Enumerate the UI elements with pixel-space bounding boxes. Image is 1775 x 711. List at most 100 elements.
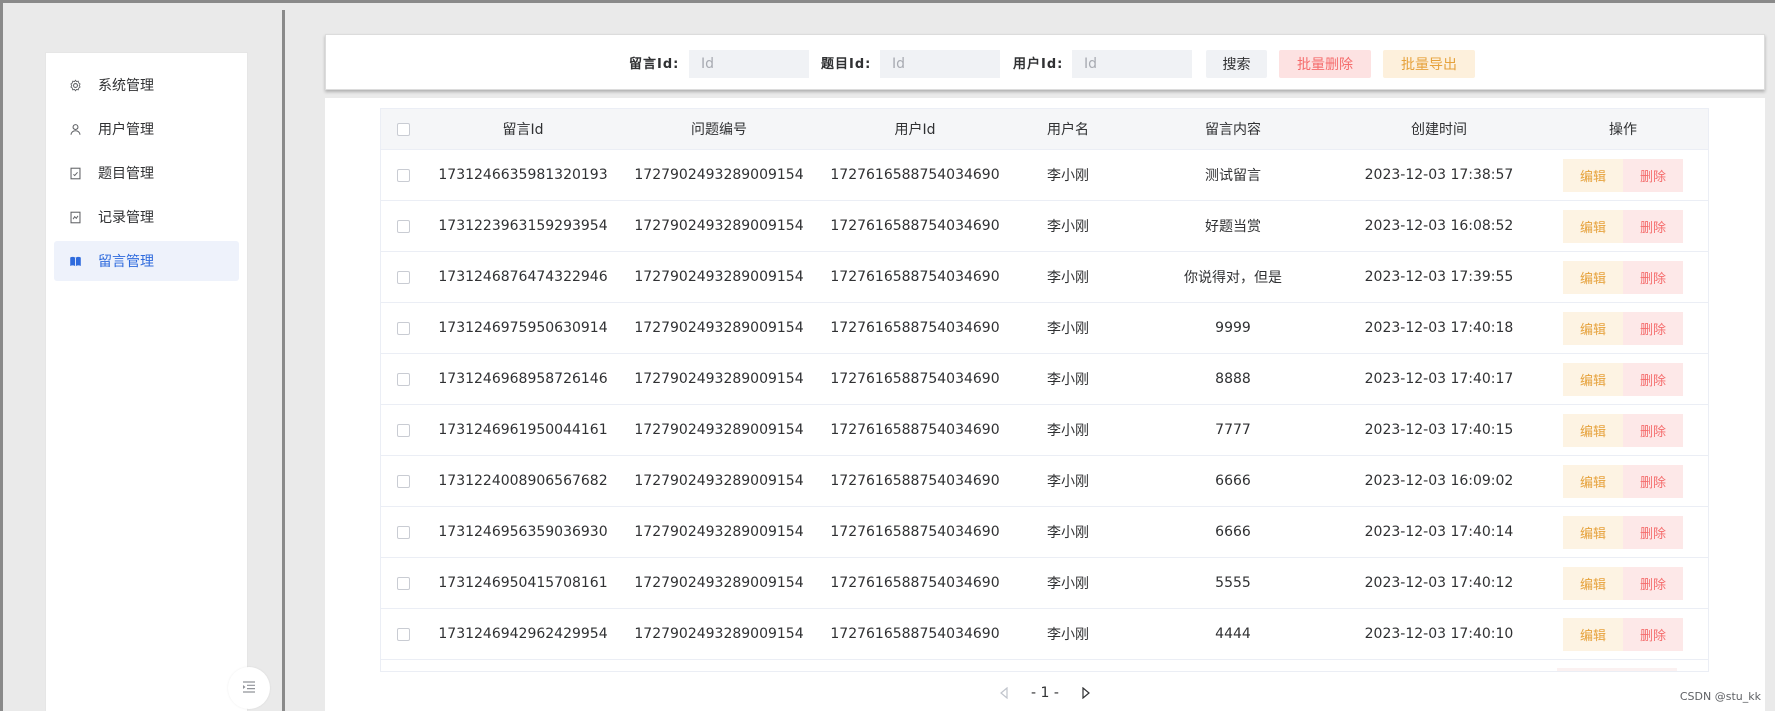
search-button[interactable]: 搜索: [1206, 50, 1267, 78]
col-user-name[interactable]: 用户名: [1013, 109, 1123, 149]
table-row: 1731246876474322946 1727902493289009154 17…: [381, 252, 1708, 303]
cell-created-at: 2023-12-03 16:08:52: [1364, 218, 1514, 234]
cell-user-id: 1727616588754034690: [830, 371, 1000, 387]
edit-button[interactable]: 编辑: [1563, 362, 1623, 396]
cell-actions: 编辑 删除: [1535, 456, 1708, 506]
cell-question-no: 1727902493289009154: [634, 626, 804, 642]
cell-actions: 编辑 删除: [1535, 558, 1708, 608]
user-id-input[interactable]: [1072, 50, 1192, 78]
sidebar-item-users[interactable]: 用户管理: [54, 109, 239, 149]
delete-button[interactable]: 删除: [1623, 617, 1683, 651]
col-content[interactable]: 留言内容: [1123, 109, 1343, 149]
table-row: 1731246968958726146 1727902493289009154 17…: [381, 354, 1708, 405]
cell-user-id: 1727616588754034690: [830, 422, 1000, 438]
sidebar-item-label: 留言管理: [98, 254, 154, 270]
delete-button[interactable]: 删除: [1623, 158, 1683, 192]
message-id-input[interactable]: [689, 50, 809, 78]
cell-message-id: 1731223963159293954: [438, 218, 608, 234]
cell-question-no: 1727902493289009154: [634, 473, 804, 489]
question-id-input[interactable]: [880, 50, 1000, 78]
table-row: 1731246950415708161 1727902493289009154 17…: [381, 558, 1708, 609]
prev-page-icon[interactable]: [997, 686, 1011, 700]
edit-button[interactable]: 编辑: [1563, 464, 1623, 498]
document-icon: [68, 166, 82, 180]
cell-question-no: 1727902493289009154: [634, 422, 804, 438]
row-checkbox[interactable]: [396, 321, 410, 335]
cell-content: 好题当赏: [1205, 219, 1261, 235]
cell-actions: 编辑 删除: [1535, 405, 1708, 455]
delete-button[interactable]: 删除: [1623, 413, 1683, 447]
sidebar-item-system[interactable]: 系统管理: [54, 65, 239, 105]
cell-message-id: 1731246961950044161: [438, 422, 608, 438]
cell-actions: 编辑 删除: [1535, 201, 1708, 251]
col-created-at[interactable]: 创建时间: [1343, 109, 1535, 149]
cell-user-id: 1727616588754034690: [830, 626, 1000, 642]
cell-user-name: 李小刚: [1047, 423, 1089, 439]
edit-button[interactable]: 编辑: [1563, 515, 1623, 549]
page-indicator: - 1 -: [1031, 685, 1059, 701]
cell-created-at: 2023-12-03 16:09:02: [1364, 473, 1514, 489]
cell-message-id: 1731224008906567682: [438, 473, 608, 489]
book-icon: [68, 254, 82, 268]
user-icon: [68, 122, 82, 136]
cell-created-at: 2023-12-03 17:40:14: [1364, 524, 1514, 540]
sidebar-item-messages[interactable]: 留言管理: [54, 241, 239, 281]
delete-button[interactable]: 删除: [1623, 362, 1683, 396]
delete-button[interactable]: 删除: [1623, 260, 1683, 294]
table-row: 1731223963159293954 1727902493289009154 17…: [381, 201, 1708, 252]
next-page-icon[interactable]: [1079, 686, 1093, 700]
edit-button[interactable]: 编辑: [1563, 413, 1623, 447]
edit-button[interactable]: 编辑: [1563, 209, 1623, 243]
delete-button[interactable]: 删除: [1623, 464, 1683, 498]
row-checkbox[interactable]: [396, 219, 410, 233]
cell-user-name: 李小刚: [1047, 474, 1089, 490]
delete-button[interactable]: 删除: [1623, 311, 1683, 345]
cell-user-id: 1727616588754034690: [830, 575, 1000, 591]
table-row: 1731246635981320193 1727902493289009154 17…: [381, 150, 1708, 201]
col-question-no[interactable]: 问题编号: [621, 109, 817, 149]
row-checkbox[interactable]: [396, 627, 410, 641]
batch-delete-button[interactable]: 批量删除: [1279, 50, 1371, 78]
cell-content: 你说得对，但是: [1184, 270, 1282, 286]
col-user-id[interactable]: 用户Id: [817, 109, 1013, 149]
search-bar: 留言Id: 题目Id: 用户Id: 搜索 批量删除 批量导出: [325, 34, 1765, 90]
row-checkbox[interactable]: [396, 525, 410, 539]
delete-button[interactable]: 删除: [1623, 566, 1683, 600]
row-checkbox[interactable]: [396, 168, 410, 182]
cell-user-id: 1727616588754034690: [830, 269, 1000, 285]
cell-message-id: 1731246635981320193: [438, 167, 608, 183]
edit-button[interactable]: 编辑: [1563, 566, 1623, 600]
cell-created-at: 2023-12-03 17:40:17: [1364, 371, 1514, 387]
cell-question-no: 1727902493289009154: [634, 524, 804, 540]
collapse-menu-button[interactable]: [228, 667, 270, 709]
delete-button[interactable]: 删除: [1623, 515, 1683, 549]
menu-fold-icon: [242, 679, 256, 697]
watermark: CSDN @stu_kk: [1679, 690, 1761, 703]
edit-button[interactable]: 编辑: [1563, 158, 1623, 192]
cell-actions: 编辑 删除: [1535, 507, 1708, 557]
batch-export-button[interactable]: 批量导出: [1383, 50, 1475, 78]
delete-button[interactable]: 删除: [1623, 209, 1683, 243]
cell-user-id: 1727616588754034690: [830, 167, 1000, 183]
col-message-id[interactable]: 留言Id: [425, 109, 621, 149]
edit-button[interactable]: 编辑: [1563, 617, 1623, 651]
edit-button[interactable]: 编辑: [1563, 311, 1623, 345]
row-checkbox[interactable]: [396, 576, 410, 590]
table-row: 1731246975950630914 1727902493289009154 17…: [381, 303, 1708, 354]
sidebar-item-records[interactable]: 记录管理: [54, 197, 239, 237]
user-id-label: 用户Id:: [1013, 57, 1064, 72]
sidebar-item-questions[interactable]: 题目管理: [54, 153, 239, 193]
cell-user-id: 1727616588754034690: [830, 320, 1000, 336]
select-all-checkbox[interactable]: [396, 122, 410, 136]
messages-table: 留言Id 问题编号 用户Id 用户名 留言内容 创建时间 操作 17312466…: [380, 108, 1709, 672]
row-checkbox[interactable]: [396, 270, 410, 284]
cell-user-id: 1727616588754034690: [830, 524, 1000, 540]
cell-question-no: 1727902493289009154: [634, 371, 804, 387]
row-checkbox[interactable]: [396, 372, 410, 386]
row-checkbox[interactable]: [396, 474, 410, 488]
row-checkbox[interactable]: [396, 423, 410, 437]
cell-content: 5555: [1215, 575, 1251, 591]
cell-actions: 编辑 删除: [1535, 150, 1708, 200]
edit-button[interactable]: 编辑: [1563, 260, 1623, 294]
sidebar-menu: 系统管理 用户管理 题目管理 记录管理 留言管理: [45, 52, 248, 711]
